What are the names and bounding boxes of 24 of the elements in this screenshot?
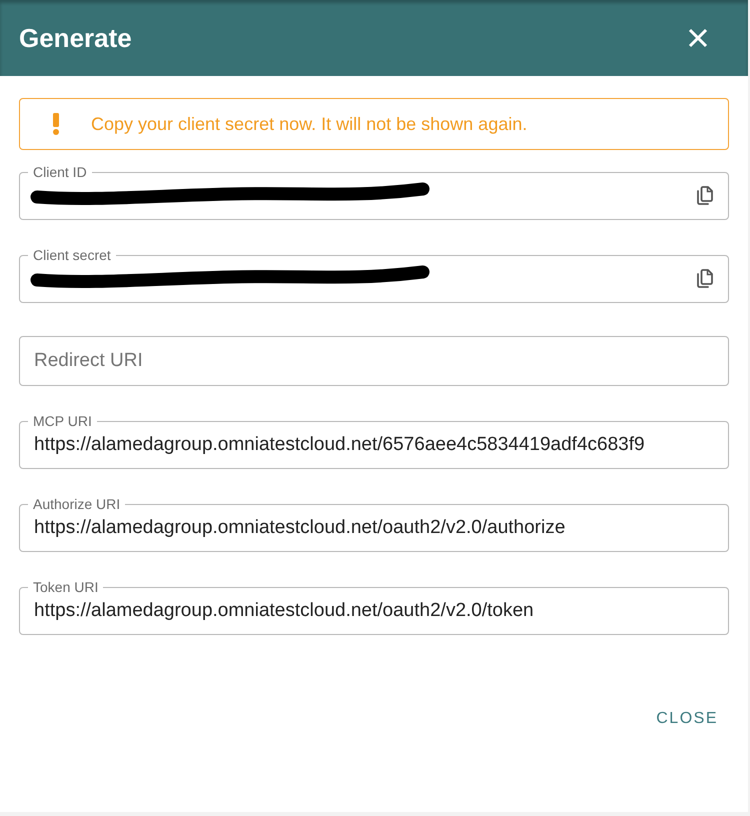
field-value: https://alamedagroup.omniatestcloud.net/6576aee4c5834419adf4c683f9 [34,433,646,457]
text-field[interactable]: Client secret [19,247,729,303]
redirect-uri-field[interactable]: Redirect URI [19,336,729,386]
close-icon [688,28,708,48]
field-label: Authorize URI [32,496,122,512]
field-value: https://alamedagroup.omniatestcloud.net/oauth2/v2.0/authorize [34,516,566,540]
dialog-title: Generate [19,22,132,54]
text-field[interactable]: Client ID [19,164,729,220]
alert-message: Copy your client secret now. It will not be shown again. [91,113,528,136]
copy-button[interactable] [694,184,714,206]
copy-button[interactable] [694,267,714,289]
text-field[interactable]: MCP URI https://alamedagroup.omniatestcloud.net/6576aee4c5834419adf4c683f9 [19,413,729,469]
close-button[interactable]: CLOSE [648,701,726,737]
field-value: https://alamedagroup.omniatestcloud.net/oauth2/v2.0/token [34,599,535,623]
field-label: MCP URI [32,413,93,429]
text-field[interactable]: Token URI https://alamedagroup.omniatestcloud.net/oauth2/v2.0/token [19,579,729,635]
field-label: Client ID [32,164,88,180]
copy-icon [696,186,712,204]
close-button[interactable] [686,26,710,50]
field-label: Token URI [32,579,100,595]
copy-icon [696,268,712,288]
exclamation-icon [52,113,60,135]
field-label: Client secret [32,247,112,263]
text-field[interactable]: Authorize URI https://alamedagroup.omniatestcloud.net/oauth2/v2.0/authorize [19,496,729,552]
